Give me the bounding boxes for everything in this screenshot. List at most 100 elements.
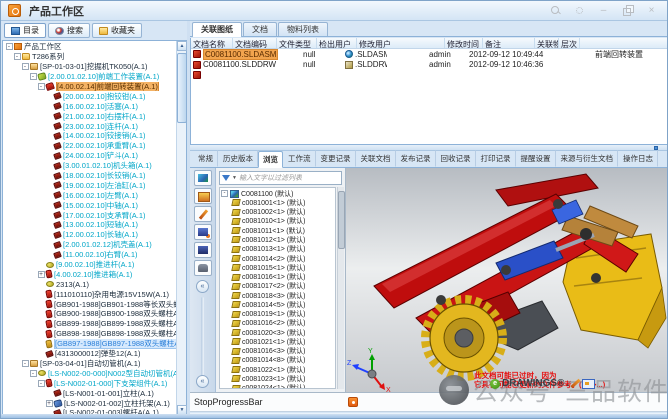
component-row[interactable]: c0081022<1> (默认) — [221, 365, 334, 374]
stamp-icon[interactable] — [194, 260, 212, 276]
tree-item[interactable]: [GB900-1988]GB900-1988双头螺柱A型 — [3, 309, 186, 319]
document-tab[interactable]: 关联图纸 — [192, 22, 242, 37]
tree-scrollbar[interactable]: ▲ ▼ — [176, 41, 186, 415]
component-row[interactable]: c0081020<3> (默认) — [221, 328, 334, 337]
tree-item[interactable]: [LS-N001-01-001]立柱(A.1) — [3, 388, 186, 398]
tree-item[interactable]: - [SP-03-04-01]自动切管机(A.1) — [3, 359, 186, 369]
restore-icon[interactable] — [622, 5, 633, 16]
detail-tab[interactable]: 常规 — [193, 150, 218, 167]
component-row[interactable]: c0081012<1> (默认) — [221, 235, 334, 244]
detail-tab[interactable]: 关联文档 — [356, 150, 396, 167]
detail-tab[interactable]: 回收记录 — [436, 150, 476, 167]
tree-item[interactable]: [GB897-1988]GB897-1988双头螺柱A型 — [3, 339, 186, 349]
column-header[interactable]: 文档编码 — [233, 38, 277, 48]
component-row[interactable]: c0081014<8> (默认) — [221, 356, 334, 365]
component-row[interactable]: c0081010<1> (默认) — [221, 217, 334, 226]
detail-tab[interactable]: 历史版本 — [218, 150, 258, 167]
tree-item[interactable]: [111010110]杂用电源15V15W(A.1) — [3, 289, 186, 299]
detail-tab[interactable]: 发布记录 — [396, 150, 436, 167]
expand-toggle[interactable]: - — [38, 380, 45, 387]
component-row[interactable]: c0081014<5> (默认) — [221, 300, 334, 309]
collapse-bottom-icon[interactable]: « — [196, 375, 209, 388]
column-header[interactable]: 检出用户 — [317, 38, 357, 48]
detail-tab[interactable]: 打印记录 — [476, 150, 516, 167]
expand-toggle[interactable]: - — [221, 190, 228, 197]
tree-item[interactable]: [GB898-1988]GB898-1988双头螺柱A型 — [3, 329, 186, 339]
search-icon[interactable] — [550, 5, 561, 16]
close-icon[interactable]: × — [646, 5, 657, 16]
expand-toggle[interactable]: - — [22, 63, 29, 70]
tree-item[interactable]: 2313(A.1) — [3, 279, 186, 289]
component-row[interactable]: c0081023<1> (默认) — [221, 374, 334, 383]
workspace-tab[interactable]: 目录 — [4, 23, 46, 38]
expand-toggle[interactable]: - — [30, 370, 37, 377]
tree-item[interactable]: [15.00.02.10]中轴(A.1) — [3, 200, 186, 210]
column-header[interactable]: 修改时间 — [445, 38, 483, 48]
tree-item[interactable]: [12.00.02.10]长轴(A.1) — [3, 230, 186, 240]
expand-toggle[interactable]: - — [6, 43, 13, 50]
tree-item[interactable]: + [4.00.02.10]推进箱(A.1) — [3, 269, 186, 279]
detail-tab[interactable]: 工作流 — [283, 150, 316, 167]
markup-pencil-icon[interactable] — [194, 206, 212, 222]
component-row[interactable]: c0081019<1> (默认) — [221, 309, 334, 318]
tree-item[interactable]: [19.00.02.10]左油缸(A.1) — [3, 180, 186, 190]
component-row[interactable]: c0081018<3> (默认) — [221, 291, 334, 300]
tree-item[interactable]: [GB899-1988]GB899-1988双头螺柱A型 — [3, 319, 186, 329]
tree-item[interactable]: [3.00.01.02.10]机头箱(A.1) — [3, 161, 186, 171]
3d-canvas[interactable]: 此文档可能已过时，因为 它具有可能已更新的文件参考。(更多...) Y Z X — [346, 168, 668, 392]
measure-icon[interactable] — [194, 224, 212, 240]
tree-item[interactable]: - [4.00.02.14]前端回转装置(A.1) — [3, 82, 186, 92]
workspace-tab[interactable]: 收藏夹 — [92, 23, 142, 38]
model-icon[interactable] — [194, 170, 212, 186]
tree-item[interactable]: - 产品工作区 — [3, 42, 186, 52]
tree-item[interactable]: - T286系列 — [3, 52, 186, 62]
scroll-thumb[interactable] — [177, 53, 187, 123]
expand-toggle[interactable]: + — [38, 271, 45, 278]
tree-item[interactable]: [GB901-1988]GB901-1988等长双头螺柱(A.1) — [3, 299, 186, 309]
column-header[interactable]: 文件类型 — [277, 38, 317, 48]
tree-item[interactable]: - [SP-01-03-01]挖掘机TK050(A.1) — [3, 62, 186, 72]
component-row[interactable]: c0081017<2> (默认) — [221, 282, 334, 291]
tree-item[interactable]: [11.00.02.10]右臂(A.1) — [3, 250, 186, 260]
tree-item[interactable]: [4313000012]弹垫12(A.1) — [3, 349, 186, 359]
detail-tab[interactable]: 来源与衍生文档 — [556, 150, 619, 167]
component-row[interactable]: c0081016<1> (默认) — [221, 272, 334, 281]
expand-toggle[interactable]: - — [14, 53, 21, 60]
table-row[interactable]: C0081100.SLDASM null .SLDASM admin 2012-… — [191, 49, 667, 60]
detail-tab[interactable]: 变更记录 — [316, 150, 356, 167]
tree-item[interactable]: [9.00.02.10]推进杆(A.1) — [3, 260, 186, 270]
column-header[interactable]: 修改用户 — [357, 38, 445, 48]
tree-item[interactable]: [17.00.02.10]支承臂(A.1) — [3, 210, 186, 220]
tree-item[interactable]: [16.00.02.10]左臂(A.1) — [3, 190, 186, 200]
component-row[interactable]: c0081021<1> (默认) — [221, 337, 334, 346]
minimize-icon[interactable]: – — [598, 5, 609, 16]
expand-toggle[interactable]: - — [22, 360, 29, 367]
component-row[interactable]: c0081016<3> (默认) — [221, 347, 334, 356]
views-icon[interactable] — [194, 188, 212, 204]
detail-tab[interactable]: 操作日志 — [618, 150, 658, 167]
component-row[interactable]: c0081016<2> (默认) — [221, 319, 334, 328]
tree-item[interactable]: + [LS-N002-01-002]立柱托架(A.1) — [3, 398, 186, 408]
component-root-row[interactable]: - C0081100 (默认) — [221, 189, 334, 198]
document-tab[interactable]: 物料列表 — [278, 22, 328, 36]
tree-item[interactable]: [20.00.02.10]抱铰钳(A.1) — [3, 91, 186, 101]
component-row[interactable]: c0081011<1> (默认) — [221, 226, 334, 235]
tree-item[interactable]: [24.00.02.10]铲斗(A.1) — [3, 151, 186, 161]
detail-tab[interactable]: 提醒设置 — [516, 150, 556, 167]
table-row[interactable]: C0081100.SLDDRW null .SLDDRW admin 2012-… — [191, 60, 667, 71]
tree-item[interactable]: [13.00.02.10]短轴(A.1) — [3, 220, 186, 230]
collapse-left-icon[interactable]: « — [196, 280, 209, 293]
tree-item[interactable]: [22.00.02.10]承重臂(A.1) — [3, 141, 186, 151]
expand-toggle[interactable]: - — [30, 73, 37, 80]
gear-icon[interactable] — [574, 5, 585, 16]
scroll-up-icon[interactable]: ▲ — [177, 41, 187, 51]
component-row[interactable]: c0081014<2> (默认) — [221, 254, 334, 263]
tree-item[interactable]: [18.00.02.10]长铰销(A.1) — [3, 171, 186, 181]
table-row[interactable] — [191, 70, 667, 81]
tree-item[interactable]: - [2.00.01.02.10]前端工作装置(A.1) — [3, 72, 186, 82]
tree-item[interactable]: [21.00.02.10]右摆杆(A.1) — [3, 111, 186, 121]
filter-input[interactable]: ▼ 输入文字以过滤列表 — [219, 171, 342, 185]
column-header[interactable]: 层次 — [559, 38, 580, 48]
tree-item[interactable]: [23.00.02.10]连杆(A.1) — [3, 121, 186, 131]
column-header[interactable]: 备注 — [483, 38, 535, 48]
